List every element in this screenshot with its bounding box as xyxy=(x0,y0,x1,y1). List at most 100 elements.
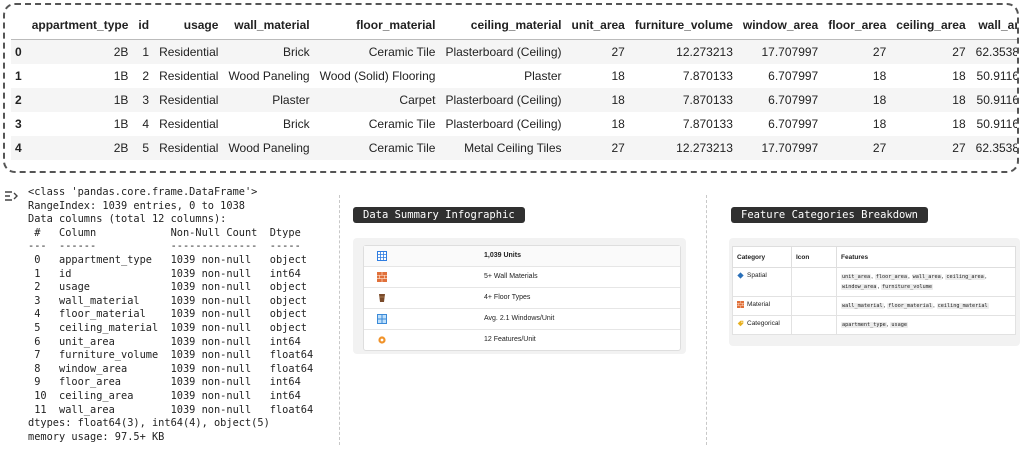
table-cell: Carpet xyxy=(314,88,441,112)
column-header: id xyxy=(133,12,155,40)
table-cell: Residential xyxy=(154,39,224,64)
row-index: 2 xyxy=(11,88,27,112)
feature-tag: wall_material xyxy=(841,303,884,309)
table-cell: 27 xyxy=(566,136,630,160)
table-cell: 6.707997 xyxy=(768,69,819,83)
column-header: appartment_type xyxy=(26,12,134,40)
category-name: Material xyxy=(747,301,771,308)
category-label: Categorical xyxy=(737,320,787,327)
features-list-cell: unit_area, floor_area, wall_area, ceilin… xyxy=(836,267,1016,297)
column-header: floor_area xyxy=(823,12,892,40)
summary-row-label: 5+ Wall Materials xyxy=(484,273,538,280)
feature-tag: ceiling_material xyxy=(936,303,989,309)
features-row: Spatial unit_area, floor_area, wall_area,… xyxy=(732,267,1016,297)
summary-row-icon xyxy=(377,314,387,324)
table-cell: 27 xyxy=(823,136,892,160)
features-list-cell: apartment_type, usage xyxy=(836,315,1016,335)
table-cell: 27 xyxy=(823,39,892,64)
feature-tag: floor_area xyxy=(874,274,908,280)
summary-row-label: 12 Features/Unit xyxy=(484,336,536,343)
table-cell: 6.707997 xyxy=(768,117,819,131)
table-cell: 3 xyxy=(133,88,155,112)
summary-row: Avg. 2.1 Windows/Unit xyxy=(364,309,680,330)
divider xyxy=(339,195,340,445)
category-name: Spatial xyxy=(747,272,767,279)
table-cell: 1B xyxy=(113,117,129,131)
table-cell: Ceramic Tile xyxy=(368,117,436,131)
feature-tag: wall_area xyxy=(911,274,942,280)
features-category-cell: Material xyxy=(732,296,792,316)
column-header: floor_material xyxy=(314,12,441,40)
table-cell: 18 xyxy=(952,69,966,83)
table-cell: 1B xyxy=(113,69,129,83)
table-cell: 50.911688 xyxy=(976,69,1019,83)
table-cell: Plasterboard (Ceiling) xyxy=(440,88,567,112)
table-cell: Wood Paneling xyxy=(228,69,310,83)
table-cell: 4 xyxy=(142,117,150,131)
summary-row-icon xyxy=(377,293,387,303)
table-cell: Ceramic Tile xyxy=(314,39,441,64)
summary-row-label: 4+ Floor Types xyxy=(484,294,531,301)
divider xyxy=(706,195,707,445)
table-cell: 27 xyxy=(891,136,971,160)
feature-tag: window_area xyxy=(841,284,878,290)
features-row: Categorical apartment_type, usage xyxy=(732,315,1016,335)
floor-icon xyxy=(379,294,385,302)
category-label: Material xyxy=(737,301,787,308)
summary-row-icon xyxy=(377,335,387,345)
summary-row: 12 Features/Unit xyxy=(364,330,680,350)
table-cell: 7.870133 xyxy=(629,88,738,112)
summary-row-icon xyxy=(377,251,387,261)
diamond-icon xyxy=(737,272,744,279)
dataframe-output: appartment_type id usage wall_material floor… xyxy=(3,3,1019,173)
table-cell: 2B xyxy=(26,39,134,64)
features-body: Spatial unit_area, floor_area, wall_area,… xyxy=(732,267,1016,335)
feature-tag: furniture_volume xyxy=(880,284,933,290)
category-label: Spatial xyxy=(737,272,787,279)
summary-card: 1,039 Units 5+ Wall Materials 4+ Floor Typ… xyxy=(353,238,686,354)
summary-row: 1,039 Units xyxy=(364,246,680,267)
feature-tag: floor_material xyxy=(887,303,933,309)
feature-tag: ceiling_area xyxy=(945,274,985,280)
table-row: 4 2B 5 Residential Wood Paneling Ceramic Tile… xyxy=(11,136,1017,160)
category-name: Categorical xyxy=(747,320,780,327)
table-cell: 12.273213 xyxy=(629,136,738,160)
summary-row-label: 1,039 Units xyxy=(484,252,521,259)
table-cell: Residential xyxy=(154,88,224,112)
features-header-row: Category Icon Features xyxy=(732,246,1016,268)
table-cell: 18 xyxy=(952,117,966,131)
brick-icon xyxy=(737,301,744,308)
summary-row: 4+ Floor Types xyxy=(364,288,680,309)
tag-icon xyxy=(737,320,744,327)
table-cell: 2 xyxy=(142,69,150,83)
table-cell: 17.707997 xyxy=(737,136,824,160)
table-cell: 18 xyxy=(566,88,630,112)
column-header: furniture_volume xyxy=(629,12,738,40)
row-index: 3 xyxy=(15,117,22,131)
summary-row: 5+ Wall Materials xyxy=(364,267,680,288)
summary-title: Data Summary Infographic xyxy=(353,207,525,223)
output-toggle-icon[interactable] xyxy=(4,190,18,202)
features-list-cell: wall_material, floor_material, ceiling_m… xyxy=(836,296,1016,316)
brick-icon xyxy=(377,272,387,282)
table-cell: 18 xyxy=(891,88,971,112)
column-header xyxy=(11,12,27,40)
column-header: wall_area xyxy=(970,12,1017,40)
window-icon xyxy=(377,314,387,324)
table-row: 2 1B 3 Residential Plaster Carpet Plasterboard… xyxy=(11,88,1017,112)
table-cell: 50.911688 xyxy=(970,88,1017,112)
table-cell: Plaster xyxy=(223,88,315,112)
dataframe-table: appartment_type id usage wall_material floor… xyxy=(11,12,1019,160)
features-card: Category Icon Features Spatial unit_area, f… xyxy=(729,238,1020,346)
table-header-row: appartment_type id usage wall_material floor… xyxy=(11,12,1017,40)
table-cell: 27 xyxy=(891,39,971,64)
column-header: ceiling_material xyxy=(440,12,567,40)
summary-row-icon xyxy=(377,272,387,282)
table-cell: Plaster xyxy=(524,69,562,83)
table-cell: Ceramic Tile xyxy=(314,136,441,160)
column-header: window_area xyxy=(737,12,824,40)
table-cell: 62.353829 xyxy=(970,39,1017,64)
feature-tag: apartment_type xyxy=(841,322,887,328)
features-icon-cell xyxy=(791,296,837,316)
column-header: usage xyxy=(154,12,224,40)
